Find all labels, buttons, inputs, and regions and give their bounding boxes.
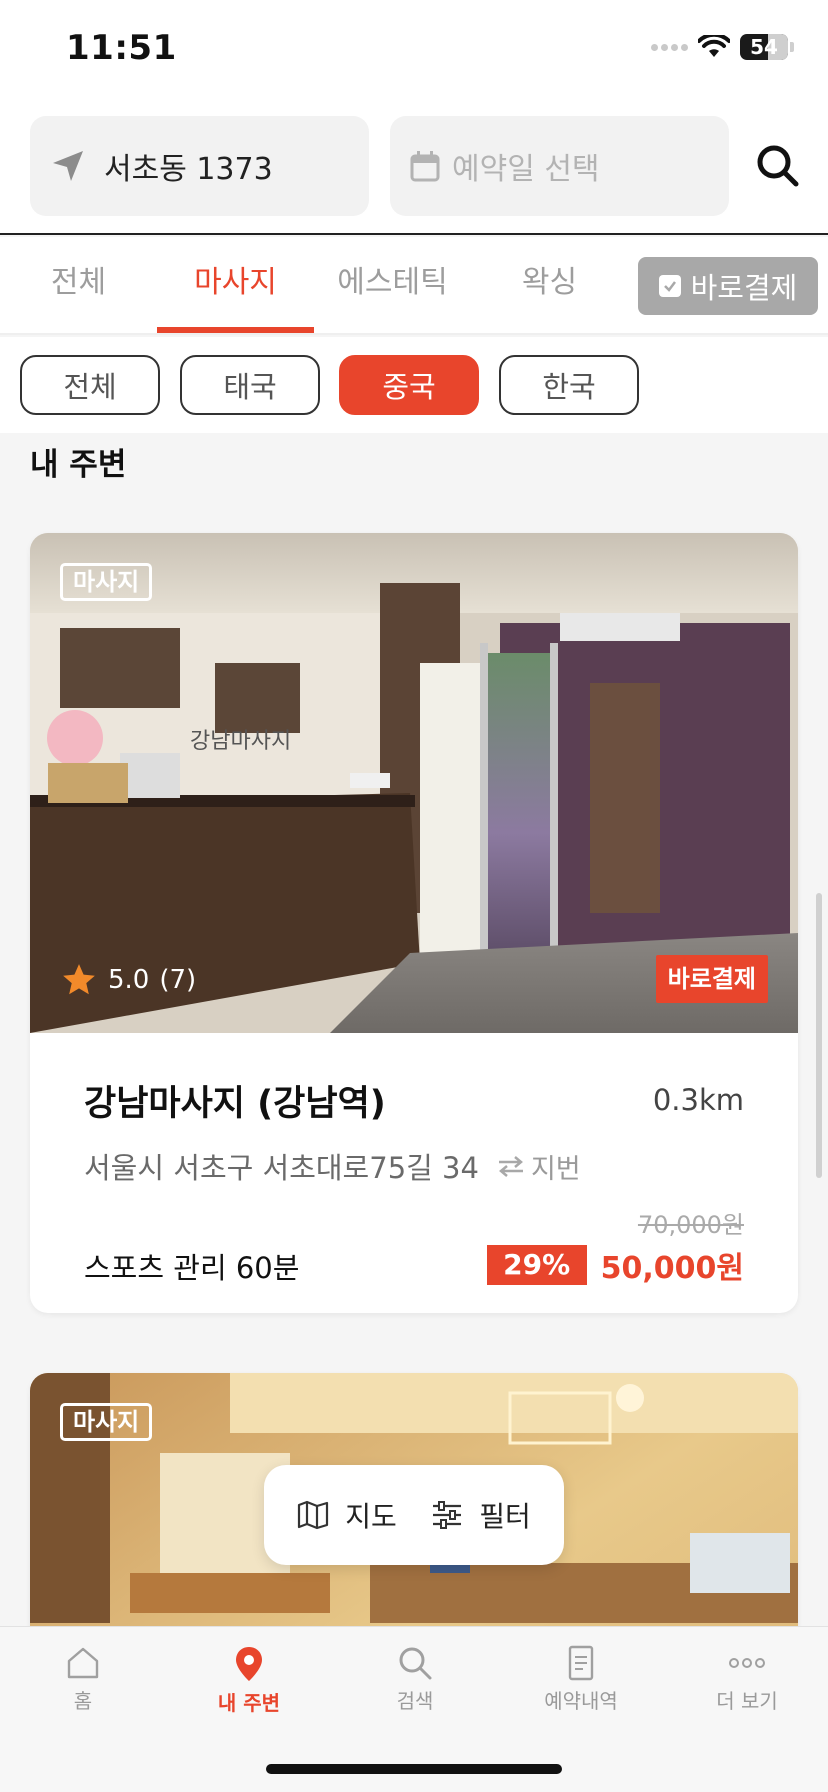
shop-card[interactable]: 강남마사지 마사지 5.0 (7) 바로결제 강남마사지 (강남역) 0.3km…	[30, 533, 798, 1313]
price-row: 29% 50,000원	[486, 1243, 744, 1287]
tabbar-label: 내 주변	[217, 1691, 281, 1715]
quick-pay-filter-button[interactable]: 바로결제	[638, 257, 818, 315]
map-icon	[298, 1500, 329, 1530]
tab-massage[interactable]: 마사지	[157, 237, 314, 333]
calendar-icon	[410, 151, 440, 182]
map-label: 지도	[345, 1500, 397, 1533]
battery-level: 54	[750, 35, 778, 59]
filter-label: 필터	[479, 1500, 531, 1533]
date-selector[interactable]: 예약일 선택	[390, 116, 729, 216]
section-title: 내 주변	[30, 447, 127, 483]
tabbar-label: 홈	[73, 1689, 93, 1713]
search-header: 서초동 1373 예약일 선택	[0, 100, 828, 235]
tabbar-item-nearby[interactable]: 내 주변	[166, 1645, 332, 1716]
status-bar: 11:51 54	[0, 0, 828, 100]
chip-all[interactable]: 전체	[20, 355, 160, 415]
tabbar-item-search[interactable]: 검색	[332, 1645, 498, 1714]
shop-distance: 0.3km	[652, 1083, 744, 1117]
document-icon	[568, 1645, 594, 1681]
rating: 5.0 (7)	[60, 961, 196, 999]
review-count: (7)	[159, 965, 197, 995]
category-tabs: 전체 마사지 에스테틱 왁싱 바로결제	[0, 237, 828, 335]
location-pin-icon	[236, 1647, 262, 1681]
star-icon	[63, 964, 95, 995]
date-placeholder: 예약일 선택	[452, 152, 600, 187]
map-filter-toolbar: 지도 필터	[264, 1465, 564, 1565]
search-icon	[399, 1647, 432, 1680]
chip-label: 전체	[63, 370, 117, 404]
chip-thai[interactable]: 태국	[180, 355, 320, 415]
shop-name: 강남마사지 (강남역)	[84, 1084, 386, 1124]
swap-icon	[498, 1156, 523, 1177]
battery-icon: 54	[740, 34, 788, 60]
scroll-indicator	[816, 893, 822, 1178]
original-price: 70,000원	[637, 1211, 744, 1239]
shop-list[interactable]: 강남마사지 마사지 5.0 (7) 바로결제 강남마사지 (강남역) 0.3km…	[0, 503, 828, 1626]
filter-button[interactable]: 필터	[431, 1495, 531, 1535]
sale-price: 50,000원	[600, 1251, 744, 1286]
wifi-icon	[698, 35, 730, 57]
tabbar-item-reservations[interactable]: 예약내역	[498, 1645, 664, 1714]
status-time: 11:51	[66, 28, 177, 68]
more-icon	[729, 1658, 765, 1668]
tabbar-label: 더 보기	[716, 1689, 778, 1713]
address-toggle-button[interactable]: 지번	[497, 1147, 581, 1186]
region-chips: 전체 태국 중국 한국	[0, 337, 828, 433]
home-indicator	[266, 1764, 562, 1774]
tab-esthetic[interactable]: 에스테틱	[314, 237, 471, 333]
tab-waxing[interactable]: 왁싱	[471, 237, 628, 333]
shop-address: 서울시 서초구 서초대로75길 34 지번	[84, 1145, 581, 1187]
address-toggle-label: 지번	[530, 1153, 581, 1185]
search-button[interactable]	[752, 140, 804, 192]
tab-label: 에스테틱	[337, 265, 448, 300]
tab-all[interactable]: 전체	[0, 237, 157, 333]
location-text: 서초동 1373	[104, 152, 273, 187]
rating-score: 5.0	[108, 965, 150, 995]
status-icons: 54	[651, 34, 794, 60]
filter-icon	[433, 1501, 462, 1529]
quick-pay-badge: 바로결제	[655, 955, 768, 1003]
svg-text:강남마사지: 강남마사지	[190, 729, 291, 754]
search-icon	[757, 145, 799, 187]
quick-pay-label: 바로결제	[690, 271, 798, 305]
shop-photo: 강남마사지 마사지 5.0 (7) 바로결제	[30, 533, 798, 1033]
chip-label: 중국	[382, 370, 436, 404]
chip-chinese[interactable]: 중국	[339, 355, 479, 415]
address-text: 서울시 서초구 서초대로75길 34	[84, 1151, 479, 1185]
map-button[interactable]: 지도	[297, 1495, 397, 1535]
battery-tip	[790, 42, 794, 52]
section-header: 내 주변	[0, 433, 828, 503]
home-icon	[67, 1647, 99, 1679]
tab-active-indicator	[157, 327, 314, 333]
chip-korean[interactable]: 한국	[499, 355, 639, 415]
category-tag: 마사지	[60, 563, 153, 601]
chip-label: 한국	[542, 370, 596, 404]
location-arrow-icon	[53, 151, 83, 181]
tab-label: 마사지	[194, 265, 277, 300]
chip-label: 태국	[223, 370, 277, 404]
category-tag: 마사지	[60, 1403, 153, 1441]
discount-badge: 29%	[486, 1245, 587, 1285]
tabbar-item-more[interactable]: 더 보기	[664, 1645, 828, 1714]
tab-label: 왁싱	[521, 265, 578, 300]
tabbar-label: 예약내역	[544, 1689, 618, 1713]
shop-info: 강남마사지 (강남역) 0.3km 서울시 서초구 서초대로75길 34 지번 …	[30, 1033, 798, 1313]
tabbar-item-home[interactable]: 홈	[0, 1645, 166, 1714]
location-selector[interactable]: 서초동 1373	[30, 116, 369, 216]
tab-label: 전체	[50, 265, 107, 300]
tabbar-label: 검색	[396, 1689, 434, 1713]
signal-icon	[651, 43, 688, 51]
service-name: 스포츠 관리 60분	[84, 1251, 300, 1285]
checkbox-icon	[658, 275, 681, 297]
